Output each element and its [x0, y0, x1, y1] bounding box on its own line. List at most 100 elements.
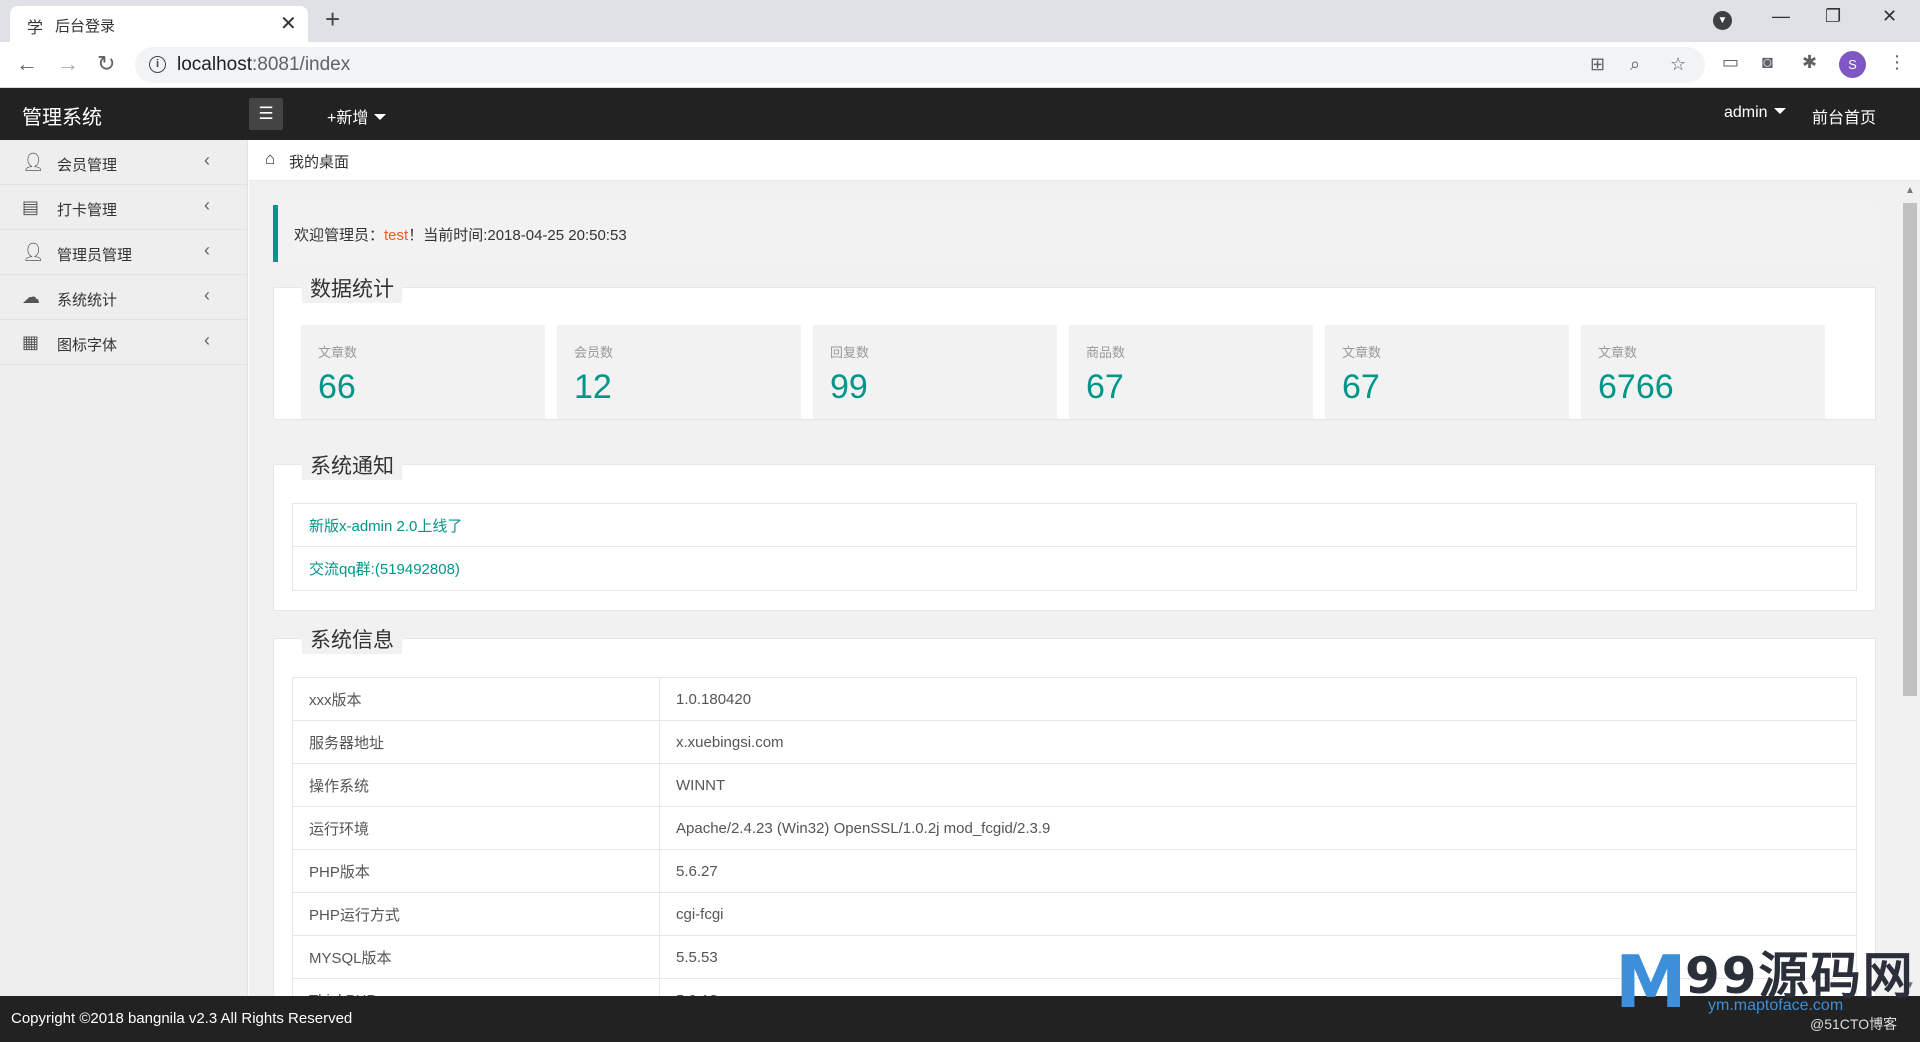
translate-icon[interactable]: ⊞	[1590, 54, 1605, 75]
footer-copyright: Copyright ©2018 bangnila v2.3 All Rights…	[11, 1010, 353, 1027]
back-icon[interactable]: ←	[16, 51, 38, 77]
menu-toggle-icon[interactable]: ☰	[249, 98, 283, 130]
caret-down-icon	[374, 114, 387, 120]
info-key: PHP版本	[292, 849, 660, 893]
info-value: WINNT	[659, 763, 1857, 807]
stat-value: 99	[830, 368, 868, 406]
table-row: xxx版本 1.0.180420	[292, 677, 1857, 721]
info-key: MYSQL版本	[292, 935, 660, 979]
clipboard-icon: ▤	[22, 197, 40, 217]
table-row: PHP版本 5.6.27	[292, 849, 1857, 893]
admin-icon: 👤︎	[22, 242, 45, 262]
watermark-url: ym.maptoface.com	[1708, 997, 1844, 1014]
welcome-prefix: 欢迎管理员：	[294, 227, 385, 244]
tab-search-icon[interactable]: ▼	[1713, 11, 1732, 30]
stat-label: 文章数	[318, 345, 358, 360]
table-row: 服务器地址 x.xuebingsi.com	[292, 720, 1857, 764]
sidebar-item-statistics[interactable]: ☁ 系统统计 ‹	[0, 275, 248, 320]
sidebar-item-label: 系统统计	[57, 292, 118, 309]
chevron-left-icon: ‹	[204, 240, 210, 260]
user-icon: 👤︎	[22, 152, 45, 172]
welcome-banner: 欢迎管理员：test！当前时间:2018-04-25 20:50:53	[273, 205, 1876, 262]
address-bar[interactable]: i localhost:8081/index ⊞ ⌕ ☆	[135, 47, 1705, 83]
window-close-icon[interactable]: ✕	[1882, 6, 1897, 27]
info-key: ThinkPHP	[292, 978, 660, 996]
info-key: 操作系统	[292, 763, 660, 807]
bookmark-star-icon[interactable]: ☆	[1670, 54, 1686, 75]
scrollbar[interactable]: ▲ ▼	[1900, 181, 1920, 996]
home-icon: ⌂	[265, 149, 276, 168]
desktop-tab[interactable]: ⌂ 我的桌面	[249, 140, 1920, 181]
info-value: 1.0.180420	[659, 677, 1857, 721]
stat-card[interactable]: 文章数 6766	[1581, 325, 1825, 419]
close-icon[interactable]: ✕	[280, 11, 297, 36]
browser-tab[interactable]: 学 后台登录 ✕	[10, 6, 308, 42]
add-new-menu[interactable]: +新增	[327, 104, 387, 128]
welcome-time: ！当前时间:2018-04-25 20:50:53	[408, 227, 627, 244]
url-text[interactable]: localhost:8081/index	[177, 54, 350, 76]
sidebar-item-checkin[interactable]: ▤ 打卡管理 ‹	[0, 185, 248, 230]
welcome-user: test	[384, 227, 409, 244]
zoom-icon[interactable]: ⌕	[1630, 54, 1640, 75]
stat-card[interactable]: 文章数 66	[301, 325, 545, 419]
info-key: PHP运行方式	[292, 892, 660, 936]
sidebar-item-admins[interactable]: 👤︎ 管理员管理 ‹	[0, 230, 248, 275]
sidebar-item-members[interactable]: 👤︎ 会员管理 ‹	[0, 140, 248, 185]
watermark-credit: @51CTO博客	[1810, 1016, 1898, 1032]
restore-icon[interactable]: ❐	[1825, 6, 1841, 27]
info-icon[interactable]: i	[149, 56, 166, 73]
forward-icon[interactable]: →	[57, 51, 79, 77]
minimize-icon[interactable]: —	[1772, 6, 1790, 27]
desktop-tab-label: 我的桌面	[289, 154, 350, 171]
notices-panel: 系统通知 新版x-admin 2.0上线了 交流qq群:(519492808)	[273, 450, 1876, 611]
info-key: 运行环境	[292, 806, 660, 850]
table-row: 操作系统 WINNT	[292, 763, 1857, 807]
stat-value: 66	[318, 368, 356, 406]
stat-label: 文章数	[1342, 345, 1382, 360]
stat-card[interactable]: 回复数 99	[813, 325, 1057, 419]
info-key: xxx版本	[292, 677, 660, 721]
stat-label: 商品数	[1086, 345, 1126, 360]
caret-down-icon	[1773, 108, 1786, 114]
sidebar-item-label: 管理员管理	[57, 247, 133, 264]
sidebar-item-iconfont[interactable]: ▦ 图标字体 ‹	[0, 320, 248, 365]
stat-label: 回复数	[830, 345, 870, 360]
browser-toolbar: ← → ↻ i localhost:8081/index ⊞ ⌕ ☆ ▭ ◙ ✱…	[0, 42, 1920, 88]
user-menu[interactable]: admin	[1724, 104, 1786, 122]
stat-value: 12	[574, 368, 612, 406]
sidebar: 👤︎ 会员管理 ‹ ▤ 打卡管理 ‹ 👤︎ 管理员管理 ‹ ☁ 系统统计 ‹ ▦…	[0, 140, 248, 996]
reload-icon[interactable]: ↻	[97, 51, 115, 77]
notice-link[interactable]: 交流qq群:(519492808)	[293, 547, 1856, 590]
info-key: 服务器地址	[292, 720, 660, 764]
info-value: x.xuebingsi.com	[659, 720, 1857, 764]
notice-link[interactable]: 新版x-admin 2.0上线了	[293, 504, 1856, 547]
sidebar-item-label: 会员管理	[57, 157, 118, 174]
stat-card[interactable]: 文章数 67	[1325, 325, 1569, 419]
sysinfo-title: 系统信息	[302, 624, 402, 654]
new-tab-icon[interactable]: +	[325, 4, 340, 35]
more-menu-icon[interactable]: ⋮	[1888, 52, 1906, 73]
stat-card[interactable]: 会员数 12	[557, 325, 801, 419]
info-value: 5.6.27	[659, 849, 1857, 893]
extensions-icon[interactable]: ✱	[1802, 52, 1817, 73]
stat-card[interactable]: 商品数 67	[1069, 325, 1313, 419]
app-logo[interactable]: 管理系统	[22, 101, 102, 130]
chevron-left-icon: ‹	[204, 285, 210, 305]
profile-avatar[interactable]: S	[1839, 51, 1866, 78]
stat-value: 6766	[1598, 368, 1674, 406]
app-header: 管理系统 ☰ +新增 admin 前台首页	[0, 88, 1920, 140]
cast-icon[interactable]: ▭	[1722, 52, 1739, 73]
sidebar-item-label: 图标字体	[57, 337, 118, 354]
stat-value: 67	[1086, 368, 1124, 406]
info-value: Apache/2.4.23 (Win32) OpenSSL/1.0.2j mod…	[659, 806, 1857, 850]
notice-list: 新版x-admin 2.0上线了 交流qq群:(519492808)	[292, 503, 1857, 591]
watermark-logo: M	[1615, 940, 1687, 1024]
front-home-link[interactable]: 前台首页	[1812, 104, 1876, 128]
scroll-thumb[interactable]	[1903, 203, 1917, 696]
scroll-up-icon[interactable]: ▲	[1905, 185, 1915, 196]
chevron-left-icon: ‹	[204, 195, 210, 215]
camera-icon[interactable]: ◙	[1762, 52, 1773, 73]
chevron-left-icon: ‹	[204, 330, 210, 350]
tab-title: 后台登录	[55, 18, 116, 35]
tab-favicon-icon: 学	[27, 20, 44, 37]
